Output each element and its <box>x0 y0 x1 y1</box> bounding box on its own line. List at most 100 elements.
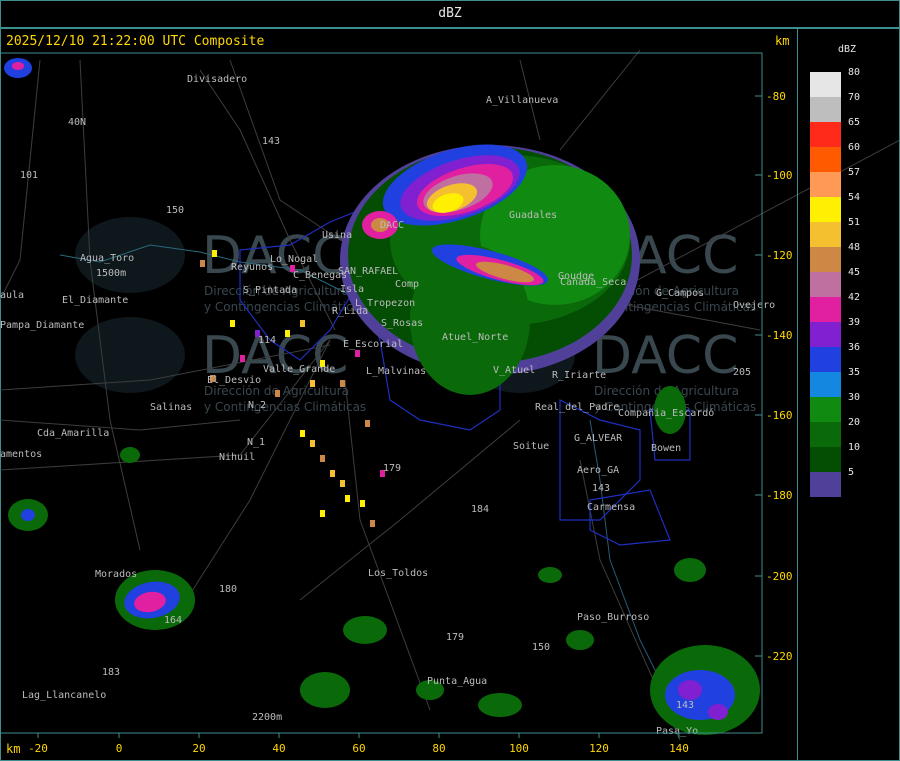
legend-label: 42 <box>848 292 861 303</box>
legend-label: 54 <box>848 192 861 203</box>
place-label: Agua_Toro <box>80 253 134 264</box>
echo-speckle <box>330 470 335 477</box>
place-label: 114 <box>258 335 276 346</box>
place-label: N_2 <box>248 400 266 411</box>
place-label: 183 <box>102 667 120 678</box>
echo-speckle <box>355 350 360 357</box>
place-label: G_Campos <box>656 288 704 299</box>
place-label: Lo_Nogal <box>270 254 318 265</box>
place-label: 205 <box>733 367 751 378</box>
legend-swatch <box>810 397 841 422</box>
place-label: L_Tropezon <box>355 298 415 309</box>
place-label: V_Atuel <box>493 365 535 376</box>
place-label: Pasa_Yo <box>656 726 698 737</box>
place-label: 179 <box>383 463 401 474</box>
radar-map: DACCDirección de Agriculturay Contingenc… <box>0 49 900 755</box>
y-tick-label: -80 <box>766 90 786 103</box>
echo-speckle <box>285 330 290 337</box>
place-label: G_ALVEAR <box>574 433 623 444</box>
x-tick-label: 80 <box>432 742 445 755</box>
echo-speckle <box>365 420 370 427</box>
legend-label: 39 <box>848 317 861 328</box>
y-tick-label: -200 <box>766 570 793 583</box>
x-tick-label: 120 <box>589 742 609 755</box>
y-tick-label: -220 <box>766 650 793 663</box>
road-line <box>344 379 431 711</box>
place-label: Valle_Grande <box>263 364 335 375</box>
echo-cell <box>566 630 594 650</box>
place-label: El_Diamante <box>62 295 128 306</box>
place-label: Salinas <box>150 402 192 413</box>
place-label: 164 <box>164 615 182 626</box>
place-label: 143 <box>592 483 610 494</box>
echo-speckle <box>310 440 315 447</box>
echo-cell <box>674 558 706 582</box>
echo-cell <box>21 509 35 521</box>
place-label: amentos <box>0 449 42 460</box>
place-label: SAN_RAFAEL <box>338 266 398 277</box>
place-label: Usina <box>322 230 352 241</box>
echo-cell <box>12 62 24 70</box>
legend-label: 48 <box>848 242 861 253</box>
legend-label: 30 <box>848 392 861 403</box>
place-label: 184 <box>471 504 489 515</box>
x-tick-label: 100 <box>509 742 529 755</box>
legend-label: 80 <box>848 67 861 78</box>
legend-swatch <box>810 322 841 347</box>
place-label: 143 <box>262 136 280 147</box>
legend-label: 36 <box>848 342 861 353</box>
legend-swatch <box>810 272 841 297</box>
place-label: El_Desvio <box>207 375 261 386</box>
place-label: aula <box>0 290 24 301</box>
km-unit-bottom: km <box>6 742 21 756</box>
legend-label: 10 <box>848 442 861 453</box>
x-tick-label: -20 <box>28 742 48 755</box>
echo-speckle <box>200 260 205 267</box>
x-tick-label: 0 <box>116 742 123 755</box>
y-tick-label: -160 <box>766 409 793 422</box>
place-label: Carmensa <box>587 502 635 513</box>
echo-cell <box>678 680 702 700</box>
legend-swatch <box>810 72 841 97</box>
legend-label: 35 <box>848 367 861 378</box>
legend-label: 20 <box>848 417 861 428</box>
place-label: S_Rosas <box>381 318 423 329</box>
echo-speckle <box>340 380 345 387</box>
timestamp-label: 2025/12/10 21:22:00 UTC Composite <box>6 34 265 49</box>
place-label: N_1 <box>247 437 265 448</box>
place-label: 179 <box>446 632 464 643</box>
x-tick-label: 20 <box>192 742 205 755</box>
echo-speckle <box>230 320 235 327</box>
place-label: R_Iriarte <box>552 370 606 381</box>
legend-swatch <box>810 297 841 322</box>
echo-speckle <box>275 390 280 397</box>
place-label: 1500m <box>96 268 126 279</box>
legend-label: 60 <box>848 142 861 153</box>
legend-swatch <box>810 222 841 247</box>
legend-swatch <box>810 147 841 172</box>
echo-speckle <box>320 455 325 462</box>
place-label: Morados <box>95 569 137 580</box>
echo-speckle <box>300 320 305 327</box>
echo-speckle <box>212 250 217 257</box>
legend-swatch <box>810 97 841 122</box>
legend-swatch <box>810 472 841 497</box>
legend-label: 57 <box>848 167 861 178</box>
echo-speckle <box>300 430 305 437</box>
legend-title: dBZ <box>838 44 857 55</box>
echo-cell <box>300 672 350 708</box>
legend-label: 70 <box>848 92 861 103</box>
watermark-logo-text: DACC <box>592 326 738 386</box>
place-label: Pampa_Diamante <box>0 320 84 331</box>
echo-speckle <box>320 510 325 517</box>
echo-cell <box>538 567 562 583</box>
legend-swatch <box>810 422 841 447</box>
place-label: Atuel_Norte <box>442 332 508 343</box>
legend-swatch <box>810 447 841 472</box>
place-label: Divisadero <box>187 74 247 85</box>
place-label: Reyunos <box>231 262 273 273</box>
echo-speckle <box>345 495 350 502</box>
legend-swatch <box>810 372 841 397</box>
km-unit-top: km <box>775 34 790 48</box>
place-label: 150 <box>166 205 184 216</box>
